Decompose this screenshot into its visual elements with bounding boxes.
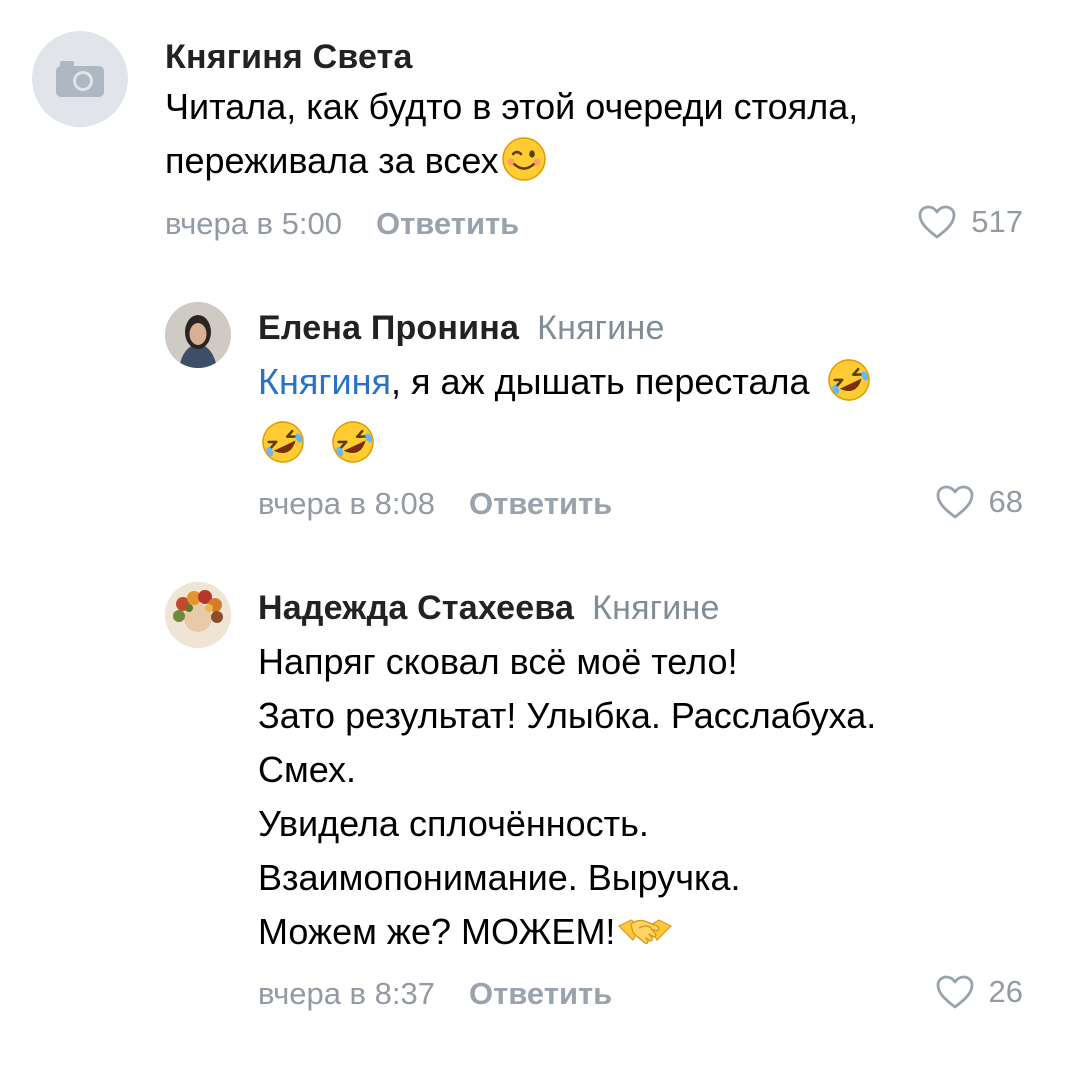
comment: Елена Пронина Княгине Княгиня, я аж дышат…: [0, 290, 1067, 540]
comment-line: Смех.: [258, 749, 356, 790]
like-button[interactable]: 68: [935, 484, 1023, 520]
comment-line: Княгиня, я аж дышать перестала: [258, 355, 872, 409]
reply-button[interactable]: Ответить: [376, 206, 519, 241]
user-photo: [165, 302, 231, 368]
comment-text: Читала, как будто в этой очереди стояла,…: [165, 80, 858, 188]
comment-text: Княгиня, я аж дышать перестала: [258, 355, 872, 467]
camera-placeholder-icon: [56, 61, 104, 97]
like-count: 517: [971, 204, 1023, 239]
reply-button[interactable]: Ответить: [469, 976, 612, 1011]
comment-author[interactable]: Надежда Стахеева Княгине: [258, 589, 720, 628]
comment: Надежда Стахеева Княгине Напряг сковал вс…: [0, 570, 1067, 1040]
comment-author[interactable]: Княгиня Света: [165, 38, 413, 77]
avatar[interactable]: [165, 302, 231, 368]
comment-timestamp: вчера в 5:00: [165, 206, 342, 241]
comment-line: Читала, как будто в этой очереди стояла,: [165, 86, 859, 127]
like-button[interactable]: 26: [935, 974, 1023, 1010]
comment-author[interactable]: Елена Пронина Княгине: [258, 309, 665, 348]
like-count: 26: [988, 974, 1023, 1009]
avatar[interactable]: [32, 31, 128, 127]
comment-line: переживала за всех: [165, 134, 858, 188]
comment-line: [258, 409, 872, 467]
heart-icon: [918, 205, 956, 239]
reply-to-label[interactable]: Княгине: [592, 589, 719, 627]
comment-timestamp: вчера в 8:08: [258, 486, 435, 521]
heart-icon: [936, 485, 973, 519]
user-photo: [165, 582, 231, 648]
comment-meta: вчера в 5:00 Ответить: [165, 206, 519, 242]
like-button[interactable]: 517: [917, 204, 1023, 240]
comment-line: Напряг сковал всё моё тело!: [258, 641, 738, 682]
heart-icon: [936, 975, 973, 1009]
reply-button[interactable]: Ответить: [469, 486, 612, 521]
comment-text: Напряг сковал всё моё тело! Зато результ…: [258, 635, 876, 959]
rolling-on-floor-laughing-emoji-icon: [332, 421, 374, 464]
reply-to-label[interactable]: Княгине: [537, 309, 664, 347]
avatar[interactable]: [165, 582, 231, 648]
comment: Княгиня Света Читала, как будто в этой о…: [0, 0, 1067, 260]
comment-line: Взаимопонимание. Выручка.: [258, 857, 741, 898]
comment-meta: вчера в 8:37 Ответить: [258, 976, 612, 1012]
rolling-on-floor-laughing-emoji-icon: [262, 421, 304, 464]
comment-meta: вчера в 8:08 Ответить: [258, 486, 612, 522]
comment-line: Зато результат! Улыбка. Расслабуха.: [258, 695, 877, 736]
comment-line: Увидела сплочённость.: [258, 803, 649, 844]
comment-line: Можем же? МОЖЕМ!: [258, 905, 876, 959]
comment-timestamp: вчера в 8:37: [258, 976, 435, 1011]
like-count: 68: [988, 484, 1023, 519]
handshake-emoji-icon: [618, 919, 673, 945]
winking-face-emoji-icon: [501, 137, 546, 182]
rolling-on-floor-laughing-emoji-icon: [827, 359, 870, 402]
mention-link[interactable]: Княгиня: [258, 361, 391, 402]
